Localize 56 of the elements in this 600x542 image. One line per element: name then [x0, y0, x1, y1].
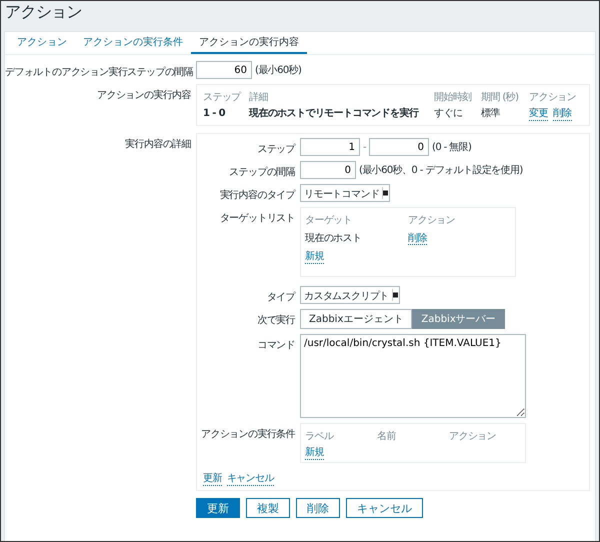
form-button[interactable]: 複製	[246, 498, 290, 518]
field-label: 実行内容のタイプ	[218, 188, 295, 202]
link[interactable]: 更新	[203, 471, 222, 486]
form-button[interactable]: キャンセル	[346, 498, 423, 518]
input-field[interactable]: 1	[300, 138, 360, 156]
tab[interactable]: アクションの実行条件	[75, 32, 191, 54]
table-cell-text: 現在のホストでリモートコマンドを実行	[249, 106, 420, 120]
column-header: 名前	[377, 430, 397, 443]
column-header: アクション	[408, 214, 456, 227]
caret-icon	[382, 187, 388, 199]
field-label: コマンド	[256, 339, 295, 353]
caret-icon	[392, 289, 398, 301]
hint-text: (最小60秒、0 - デフォルト設定を使用)	[359, 164, 523, 177]
page-title: アクション	[4, 1, 84, 23]
dropdown[interactable]: リモートコマンド	[300, 184, 390, 202]
hint-text: (最小60秒)	[255, 64, 302, 77]
column-header: ステップ	[203, 90, 242, 104]
input-field[interactable]: 0	[300, 161, 356, 179]
dropdown[interactable]: カスタムスクリプト	[300, 286, 400, 304]
form-button[interactable]: 更新	[196, 498, 240, 518]
field-label: 次で実行	[256, 314, 295, 328]
field-label: ステップの間隔	[228, 166, 295, 179]
table-cell-text: すぐに	[434, 107, 464, 120]
column-header: 開始時刻	[434, 90, 473, 104]
column-header: アクション	[449, 430, 498, 443]
link[interactable]: キャンセル	[226, 471, 274, 486]
form-button[interactable]: 削除	[296, 498, 340, 518]
add-link[interactable]: 新規	[305, 248, 324, 264]
segment-button[interactable]: Zabbixサーバー	[412, 309, 505, 329]
field-label: ターゲットリスト	[218, 212, 295, 226]
link[interactable]: 削除	[552, 106, 572, 120]
column-header: 詳細	[249, 90, 269, 104]
hint-text: (0 - 無限)	[432, 141, 472, 154]
link[interactable]: 削除	[408, 233, 427, 245]
add-link[interactable]: 新規	[305, 444, 324, 460]
table-cell-text: 現在のホスト	[305, 232, 362, 245]
field-label: アクションの実行条件	[200, 428, 295, 442]
column-header: 期間 (秒)	[481, 90, 520, 104]
segment-button[interactable]: Zabbixエージェント	[300, 309, 412, 329]
separator-text: -	[363, 142, 366, 152]
field-label: ステップ	[256, 142, 295, 156]
input-field[interactable]: 60	[196, 61, 252, 79]
field-label: デフォルトのアクション実行ステップの間隔	[5, 66, 191, 79]
field-label: タイプ	[266, 290, 295, 304]
table-cell-text: 標準	[481, 106, 501, 120]
link[interactable]: 変更	[529, 106, 548, 120]
tab[interactable]: アクションの実行内容	[191, 32, 307, 54]
column-header: ターゲット	[305, 214, 354, 227]
field-label: 実行内容の詳細	[124, 138, 191, 152]
tab[interactable]: アクション	[9, 32, 75, 54]
command-field[interactable]: /usr/local/bin/crystal.sh {ITEM.VALUE1}	[300, 334, 526, 418]
table-cell-text: 1 - 0	[203, 108, 226, 118]
column-header: ラベル	[305, 430, 335, 443]
input-field[interactable]: 0	[369, 138, 430, 156]
column-header: アクション	[529, 91, 576, 104]
field-label: アクションの実行内容	[96, 88, 191, 103]
